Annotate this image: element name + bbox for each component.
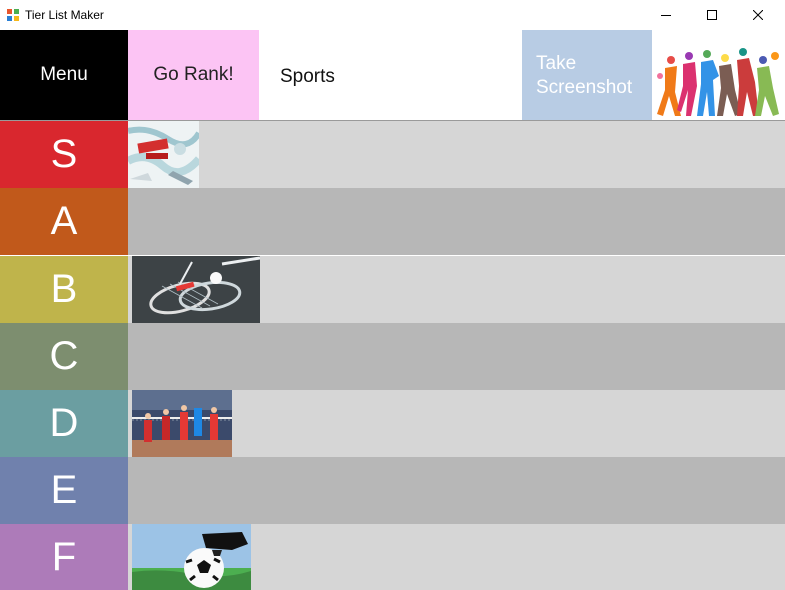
tier-items-a[interactable] bbox=[128, 188, 785, 255]
volleyball-image[interactable] bbox=[132, 390, 232, 457]
tier-label-a[interactable]: A bbox=[0, 188, 128, 255]
hockey-image[interactable] bbox=[128, 121, 199, 188]
tier-row-f: F bbox=[0, 524, 785, 590]
minimize-icon bbox=[661, 15, 671, 16]
tier-row-e: E bbox=[0, 457, 785, 524]
tier-items-f[interactable] bbox=[128, 524, 785, 590]
tier-row-d: D bbox=[0, 390, 785, 457]
soccer-image[interactable] bbox=[132, 524, 251, 590]
tier-items-c[interactable] bbox=[128, 323, 785, 390]
toolbar: Menu Go Rank! Sports Take Screenshot bbox=[0, 30, 785, 120]
tier-label-s[interactable]: S bbox=[0, 121, 128, 188]
tier-row-a: A bbox=[0, 188, 785, 255]
tier-label-b[interactable]: B bbox=[0, 256, 128, 323]
tier-row-b: B bbox=[0, 256, 785, 323]
badminton-image[interactable] bbox=[132, 256, 260, 323]
sports-banner-image bbox=[657, 48, 779, 116]
minimize-button[interactable] bbox=[643, 0, 689, 30]
window-title: Tier List Maker bbox=[25, 8, 104, 22]
go-rank-button[interactable]: Go Rank! bbox=[128, 30, 259, 120]
close-icon bbox=[753, 10, 763, 20]
tier-items-e[interactable] bbox=[128, 457, 785, 524]
tier-items-b[interactable] bbox=[128, 256, 785, 323]
tier-items-s[interactable] bbox=[128, 121, 785, 188]
app-icon bbox=[7, 9, 19, 21]
tier-label-d[interactable]: D bbox=[0, 390, 128, 457]
title-bar: Tier List Maker bbox=[0, 0, 785, 30]
list-title: Sports bbox=[280, 66, 335, 87]
take-screenshot-button[interactable]: Take Screenshot bbox=[522, 30, 652, 120]
tier-row-c: C bbox=[0, 323, 785, 390]
menu-button[interactable]: Menu bbox=[0, 30, 128, 120]
tier-label-c[interactable]: C bbox=[0, 323, 128, 390]
tier-label-e[interactable]: E bbox=[0, 457, 128, 524]
maximize-button[interactable] bbox=[689, 0, 735, 30]
tier-row-s: S bbox=[0, 121, 785, 188]
tier-label-f[interactable]: F bbox=[0, 524, 128, 590]
maximize-icon bbox=[707, 10, 717, 20]
close-button[interactable] bbox=[735, 0, 781, 30]
tier-items-d[interactable] bbox=[128, 390, 785, 457]
